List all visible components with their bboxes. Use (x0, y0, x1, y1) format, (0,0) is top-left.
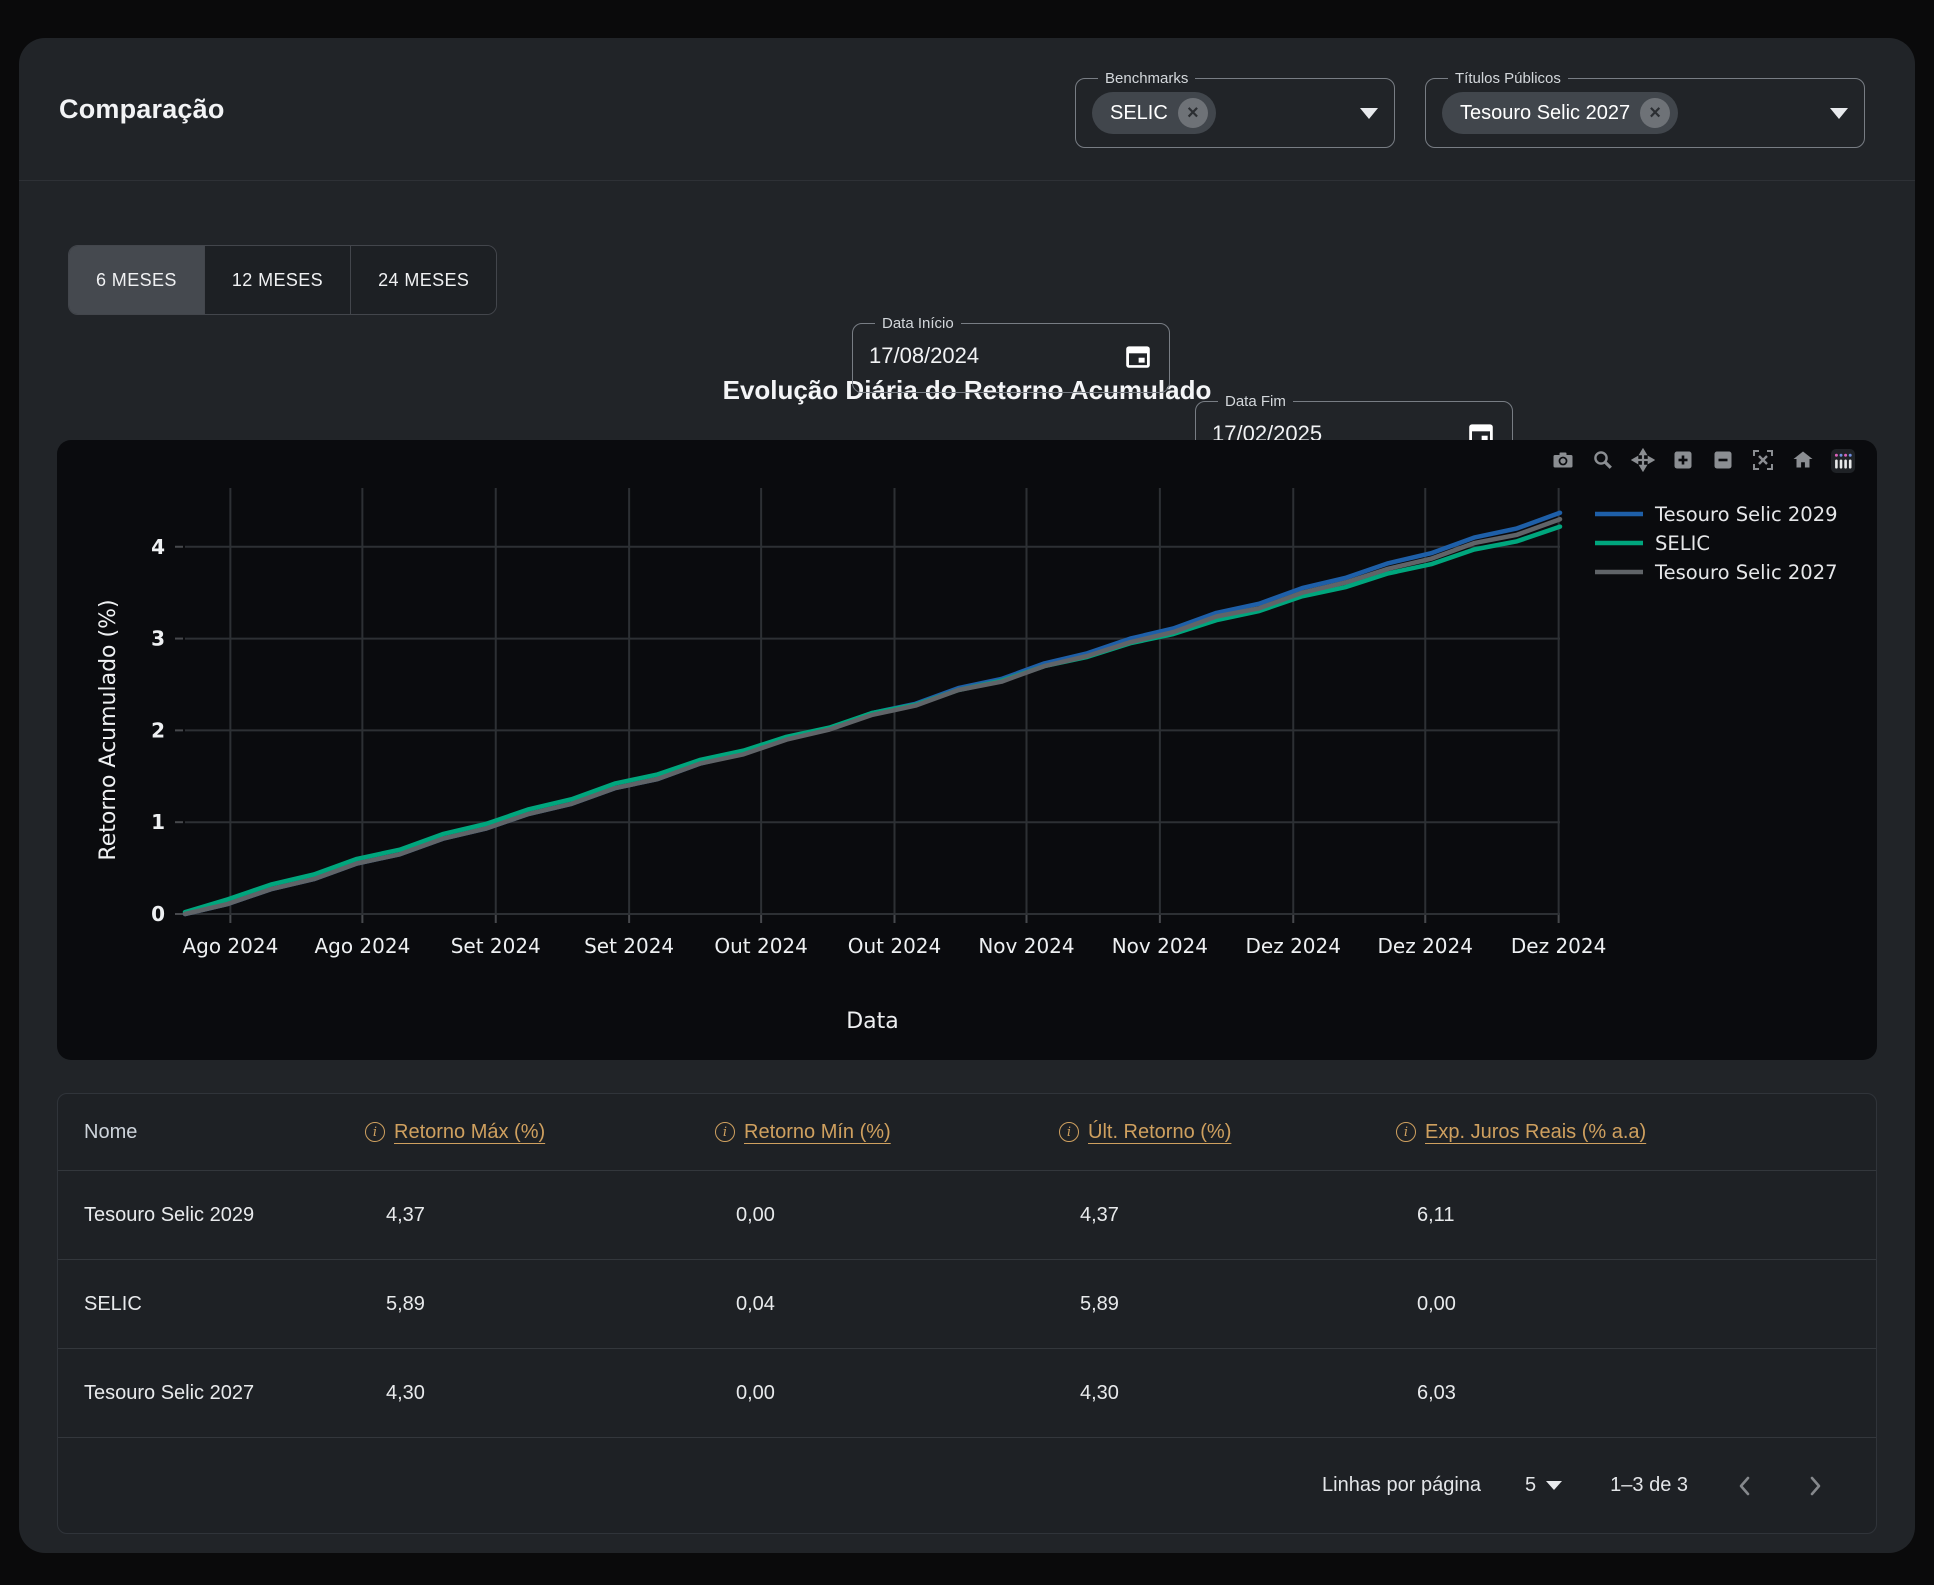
benchmark-chip-label: SELIC (1110, 102, 1168, 125)
x-tick-label: Nov 2024 (1112, 934, 1208, 958)
zoom-in-icon[interactable] (1671, 448, 1695, 472)
titulos-label: Títulos Públicos (1448, 70, 1568, 87)
remove-titulo-icon[interactable]: × (1640, 98, 1670, 128)
x-tick-label: Ago 2024 (182, 934, 278, 958)
x-grid: Ago 2024 Ago 2024 Set 2024 Set 2024 Out 2024… (182, 488, 1606, 958)
period-button-6m[interactable]: 6 MESES (69, 246, 204, 314)
info-icon[interactable]: i (1059, 1122, 1079, 1142)
rows-per-page-label: Linhas por página (1322, 1474, 1481, 1497)
header-selects: Benchmarks SELIC × Títulos Públicos Teso… (1075, 70, 1865, 148)
x-tick-label: Set 2024 (451, 934, 541, 958)
benchmark-chip[interactable]: SELIC × (1092, 92, 1216, 134)
rows-per-page-value: 5 (1525, 1474, 1536, 1497)
accumulated-return-chart: Ago 2024 Ago 2024 Set 2024 Set 2024 Out 2024… (57, 440, 1877, 1060)
cell-retorno-min: 0,00 (689, 1171, 1033, 1260)
y-tick-label: 0 (151, 902, 165, 926)
column-header-retorno-max[interactable]: iRetorno Máx (%) (365, 1121, 545, 1144)
comparison-card: Comparação Benchmarks SELIC × Títulos Pú… (19, 38, 1915, 1553)
column-header-ult-retorno[interactable]: iÚlt. Retorno (%) (1059, 1121, 1231, 1144)
cell-exp-juros: 0,00 (1370, 1260, 1876, 1349)
summary-table: Nome iRetorno Máx (%) iRetorno Mín (%) i… (58, 1094, 1876, 1437)
data-inicio-value[interactable]: 17/08/2024 (869, 343, 979, 369)
chevron-down-icon (1830, 108, 1848, 119)
period-button-group: 6 MESES 12 MESES 24 MESES (68, 245, 497, 315)
x-tick-label: Out 2024 (714, 934, 808, 958)
cell-ult-retorno: 4,30 (1033, 1349, 1370, 1438)
x-axis-title: Data (846, 1009, 899, 1034)
table-row: Tesouro Selic 2027 4,30 0,00 4,30 6,03 (58, 1349, 1876, 1438)
zoom-out-icon[interactable] (1711, 448, 1735, 472)
column-header-retorno-min[interactable]: iRetorno Mín (%) (715, 1121, 891, 1144)
remove-benchmark-icon[interactable]: × (1178, 98, 1208, 128)
y-axis-title: Retorno Acumulado (%) (96, 599, 121, 860)
chart-panel: Ago 2024 Ago 2024 Set 2024 Set 2024 Out 2024… (57, 440, 1877, 1060)
calendar-icon[interactable] (1123, 341, 1153, 371)
x-tick-label: Set 2024 (584, 934, 674, 958)
legend-label: Tesouro Selic 2027 (1654, 561, 1838, 584)
series-line-tesouro-selic-2027 (185, 519, 1560, 914)
column-header-exp-juros[interactable]: iExp. Juros Reais (% a.a) (1396, 1121, 1646, 1144)
reset-axes-home-icon[interactable] (1791, 448, 1815, 472)
info-icon[interactable]: i (365, 1122, 385, 1142)
data-fim-label: Data Fim (1218, 393, 1293, 410)
y-tick-label: 4 (151, 535, 165, 559)
rows-per-page-select[interactable]: 5 (1525, 1474, 1562, 1497)
table-row: SELIC 5,89 0,04 5,89 0,00 (58, 1260, 1876, 1349)
cell-ult-retorno: 5,89 (1033, 1260, 1370, 1349)
next-page-button[interactable] (1802, 1473, 1828, 1499)
benchmarks-select[interactable]: Benchmarks SELIC × (1075, 70, 1395, 148)
titulo-chip[interactable]: Tesouro Selic 2027 × (1442, 92, 1678, 134)
chevron-down-icon (1360, 108, 1378, 119)
cell-retorno-max: 4,30 (339, 1349, 689, 1438)
data-inicio-label: Data Início (875, 315, 961, 332)
legend-label: Tesouro Selic 2029 (1654, 503, 1838, 526)
cell-exp-juros: 6,11 (1370, 1171, 1876, 1260)
cell-nome: SELIC (58, 1260, 339, 1349)
y-tick-label: 1 (151, 810, 165, 834)
cell-retorno-max: 4,37 (339, 1171, 689, 1260)
table-row: Tesouro Selic 2029 4,37 0,00 4,37 6,11 (58, 1171, 1876, 1260)
page-range-label: 1–3 de 3 (1610, 1474, 1688, 1497)
filter-row: 6 MESES 12 MESES 24 MESES Data Início 17… (19, 239, 1915, 325)
cell-retorno-min: 0,04 (689, 1260, 1033, 1349)
cell-ult-retorno: 4,37 (1033, 1171, 1370, 1260)
x-tick-label: Dez 2024 (1378, 934, 1473, 958)
chevron-down-icon (1546, 1481, 1562, 1490)
period-button-12m[interactable]: 12 MESES (204, 246, 350, 314)
table-header-row: Nome iRetorno Máx (%) iRetorno Mín (%) i… (58, 1094, 1876, 1171)
cell-retorno-max: 5,89 (339, 1260, 689, 1349)
zoom-icon[interactable] (1591, 448, 1615, 472)
x-tick-label: Out 2024 (848, 934, 942, 958)
y-tick-label: 3 (151, 627, 165, 651)
pagination-bar: Linhas por página 5 1–3 de 3 (58, 1437, 1876, 1533)
data-inicio-field[interactable]: Data Início 17/08/2024 (852, 315, 1170, 393)
info-icon[interactable]: i (715, 1122, 735, 1142)
card-header: Comparação Benchmarks SELIC × Títulos Pú… (19, 38, 1915, 181)
column-header-nome: Nome (58, 1094, 339, 1171)
titulo-chip-label: Tesouro Selic 2027 (1460, 102, 1630, 125)
cell-nome: Tesouro Selic 2029 (58, 1171, 339, 1260)
x-tick-label: Ago 2024 (314, 934, 410, 958)
page-title: Comparação (59, 94, 225, 125)
plotly-modebar (1551, 448, 1855, 472)
autoscale-icon[interactable] (1751, 448, 1775, 472)
cell-retorno-min: 0,00 (689, 1349, 1033, 1438)
summary-table-card: Nome iRetorno Máx (%) iRetorno Mín (%) i… (57, 1093, 1877, 1534)
cell-nome: Tesouro Selic 2027 (58, 1349, 339, 1438)
camera-icon[interactable] (1551, 448, 1575, 472)
plotly-logo-icon[interactable] (1831, 448, 1855, 472)
x-tick-label: Nov 2024 (978, 934, 1074, 958)
x-tick-label: Dez 2024 (1511, 934, 1606, 958)
pan-icon[interactable] (1631, 448, 1655, 472)
y-tick-label: 2 (151, 718, 165, 742)
info-icon[interactable]: i (1396, 1122, 1416, 1142)
chart-legend[interactable]: Tesouro Selic 2029 SELIC Tesouro Selic 202… (1595, 503, 1838, 584)
x-tick-label: Dez 2024 (1246, 934, 1341, 958)
benchmarks-label: Benchmarks (1098, 70, 1195, 87)
previous-page-button[interactable] (1732, 1473, 1758, 1499)
legend-label: SELIC (1655, 532, 1710, 555)
titulos-select[interactable]: Títulos Públicos Tesouro Selic 2027 × (1425, 70, 1865, 148)
period-button-24m[interactable]: 24 MESES (350, 246, 496, 314)
cell-exp-juros: 6,03 (1370, 1349, 1876, 1438)
